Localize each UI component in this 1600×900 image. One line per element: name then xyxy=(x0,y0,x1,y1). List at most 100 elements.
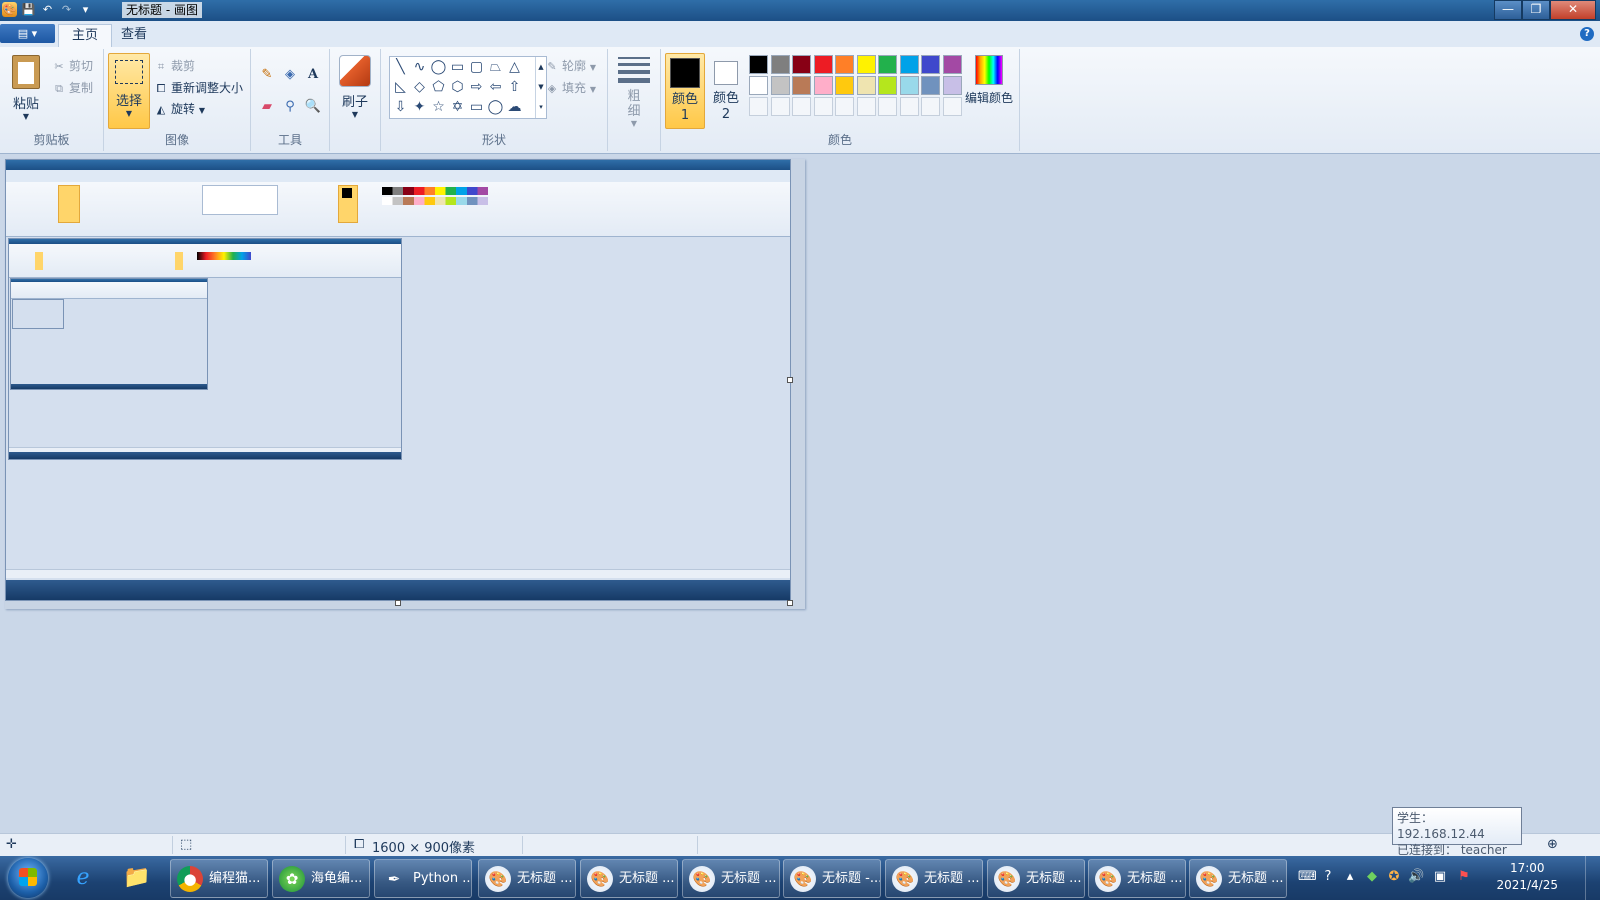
size-button[interactable]: 粗细 ▼ xyxy=(614,57,654,128)
palette-color-swatch[interactable] xyxy=(921,76,940,95)
curve-shape-icon[interactable]: ∿ xyxy=(410,58,429,77)
file-menu-button[interactable]: ▤ ▾ xyxy=(0,24,55,43)
oval-shape-icon[interactable]: ◯ xyxy=(429,58,448,77)
close-button[interactable]: ✕ xyxy=(1550,0,1596,20)
palette-color-swatch[interactable] xyxy=(878,55,897,74)
help-tray-icon[interactable]: ? xyxy=(1320,869,1336,885)
start-button[interactable] xyxy=(8,858,48,898)
paint-app-icon[interactable]: 🎨 xyxy=(2,2,17,17)
pencil-icon[interactable]: ✎ xyxy=(257,65,277,85)
palette-color-swatch[interactable] xyxy=(856,55,876,74)
triangle-shape-icon[interactable]: △ xyxy=(505,58,524,77)
outline-button[interactable]: ✎ 轮廓 ▼ xyxy=(545,57,596,74)
right-arrow-shape-icon[interactable]: ⇨ xyxy=(467,78,486,97)
color2-button[interactable]: 颜色 2 xyxy=(707,53,745,127)
palette-color-swatch[interactable] xyxy=(835,55,854,74)
canvas-resize-handle-bottom[interactable] xyxy=(395,600,401,606)
palette-color-swatch[interactable] xyxy=(749,76,768,95)
pentagon-shape-icon[interactable]: ⬠ xyxy=(429,78,448,97)
right-triangle-shape-icon[interactable]: ◺ xyxy=(391,78,410,97)
minimize-button[interactable]: — xyxy=(1494,0,1522,20)
show-hidden-icons[interactable]: ▴ xyxy=(1342,869,1358,885)
palette-custom-empty-swatch[interactable] xyxy=(899,97,919,116)
magnifier-icon[interactable]: 🔍 xyxy=(303,97,323,117)
line-shape-icon[interactable]: ╲ xyxy=(391,58,410,77)
left-arrow-shape-icon[interactable]: ⇦ xyxy=(486,78,505,97)
oval-callout-shape-icon[interactable]: ◯ xyxy=(486,98,505,117)
rounded-rect-shape-icon[interactable]: ▢ xyxy=(467,58,486,77)
palette-color-swatch[interactable] xyxy=(792,76,811,95)
hexagon-shape-icon[interactable]: ⬡ xyxy=(448,78,467,97)
rounded-callout-shape-icon[interactable]: ▭ xyxy=(467,98,486,117)
network-icon[interactable]: ▣ xyxy=(1432,869,1448,885)
maximize-button[interactable]: ❐ xyxy=(1522,0,1550,20)
palette-custom-empty-swatch[interactable] xyxy=(878,97,897,116)
palette-color-swatch[interactable] xyxy=(942,76,962,95)
palette-custom-empty-swatch[interactable] xyxy=(770,97,790,116)
crop-button[interactable]: ⌗ 裁剪 xyxy=(154,57,195,74)
fill-bucket-icon[interactable]: ◈ xyxy=(280,65,300,85)
select-button[interactable]: 选择 ▼ xyxy=(108,53,150,129)
palette-color-swatch[interactable] xyxy=(792,55,811,74)
palette-color-swatch[interactable] xyxy=(921,55,940,74)
zoom-in-icon[interactable]: ⊕ xyxy=(1547,837,1558,852)
palette-color-swatch[interactable] xyxy=(899,55,919,74)
palette-color-swatch[interactable] xyxy=(770,55,790,74)
up-arrow-shape-icon[interactable]: ⇧ xyxy=(505,78,524,97)
color-picker-icon[interactable]: ⚲ xyxy=(280,97,300,117)
rectangle-shape-icon[interactable]: ▭ xyxy=(448,58,467,77)
system-clock[interactable]: 17:00 2021/4/25 xyxy=(1496,860,1558,894)
palette-custom-empty-swatch[interactable] xyxy=(921,97,940,116)
palette-custom-empty-swatch[interactable] xyxy=(792,97,811,116)
eraser-icon[interactable]: ▰ xyxy=(257,97,277,117)
tab-view[interactable]: 查看 xyxy=(108,24,160,47)
customize-qat-icon[interactable]: ▾ xyxy=(78,2,93,17)
drawing-canvas[interactable] xyxy=(5,159,805,609)
palette-color-swatch[interactable] xyxy=(813,55,833,74)
tab-home[interactable]: 主页 xyxy=(58,24,113,48)
cloud-callout-shape-icon[interactable]: ☁ xyxy=(505,98,524,117)
palette-color-swatch[interactable] xyxy=(749,55,768,74)
palette-custom-empty-swatch[interactable] xyxy=(942,97,962,116)
taskbar-button[interactable]: 🎨 无标题 ... xyxy=(1189,859,1287,898)
volume-icon[interactable]: 🔊 xyxy=(1408,869,1424,885)
polygon-shape-icon[interactable]: ⏢ xyxy=(486,58,505,77)
palette-custom-empty-swatch[interactable] xyxy=(749,97,768,116)
canvas-workspace[interactable] xyxy=(0,154,1600,833)
taskbar-button[interactable]: 🎨 无标题 -... xyxy=(783,859,881,898)
taskbar-button[interactable]: 🎨 无标题 ... xyxy=(885,859,983,898)
network-app-icon[interactable]: ◆ xyxy=(1364,869,1380,885)
rotate-button[interactable]: ◭ 旋转 ▼ xyxy=(154,100,205,117)
palette-color-swatch[interactable] xyxy=(942,55,962,74)
edit-colors-button[interactable]: 编辑颜色 xyxy=(963,55,1015,106)
four-point-star-shape-icon[interactable]: ✦ xyxy=(410,98,429,117)
show-desktop-button[interactable] xyxy=(1585,856,1600,900)
palette-color-swatch[interactable] xyxy=(899,76,919,95)
undo-icon[interactable]: ↶ xyxy=(40,2,55,17)
palette-color-swatch[interactable] xyxy=(835,76,854,95)
palette-custom-empty-swatch[interactable] xyxy=(856,97,876,116)
internet-explorer-icon[interactable]: e xyxy=(60,860,106,896)
palette-color-swatch[interactable] xyxy=(856,76,876,95)
palette-custom-empty-swatch[interactable] xyxy=(835,97,854,116)
taskbar-button[interactable]: 🎨 无标题 ... xyxy=(1088,859,1186,898)
keyboard-icon[interactable]: ⌨ xyxy=(1298,869,1317,885)
diamond-shape-icon[interactable]: ◇ xyxy=(410,78,429,97)
security-tray-icon[interactable]: ✪ xyxy=(1386,869,1402,885)
palette-color-swatch[interactable] xyxy=(878,76,897,95)
save-icon[interactable]: 💾 xyxy=(21,2,36,17)
five-point-star-shape-icon[interactable]: ☆ xyxy=(429,98,448,117)
down-arrow-shape-icon[interactable]: ⇩ xyxy=(391,98,410,117)
six-point-star-shape-icon[interactable]: ✡ xyxy=(448,98,467,117)
taskbar-button[interactable]: ✒ Python ... xyxy=(374,859,472,898)
file-explorer-icon[interactable]: 📁 xyxy=(114,860,160,896)
taskbar-button[interactable]: ● 编程猫... xyxy=(170,859,268,898)
resize-button[interactable]: ⧠ 重新调整大小 xyxy=(154,79,243,96)
redo-icon[interactable]: ↷ xyxy=(59,2,74,17)
palette-custom-empty-swatch[interactable] xyxy=(813,97,833,116)
cut-button[interactable]: ✂ 剪切 xyxy=(52,57,93,74)
fill-button[interactable]: ◈ 填充 ▼ xyxy=(545,79,596,96)
canvas-resize-handle-corner[interactable] xyxy=(787,600,793,606)
taskbar-button[interactable]: 🎨 无标题 ... xyxy=(580,859,678,898)
color1-button[interactable]: 颜色 1 xyxy=(665,53,705,129)
